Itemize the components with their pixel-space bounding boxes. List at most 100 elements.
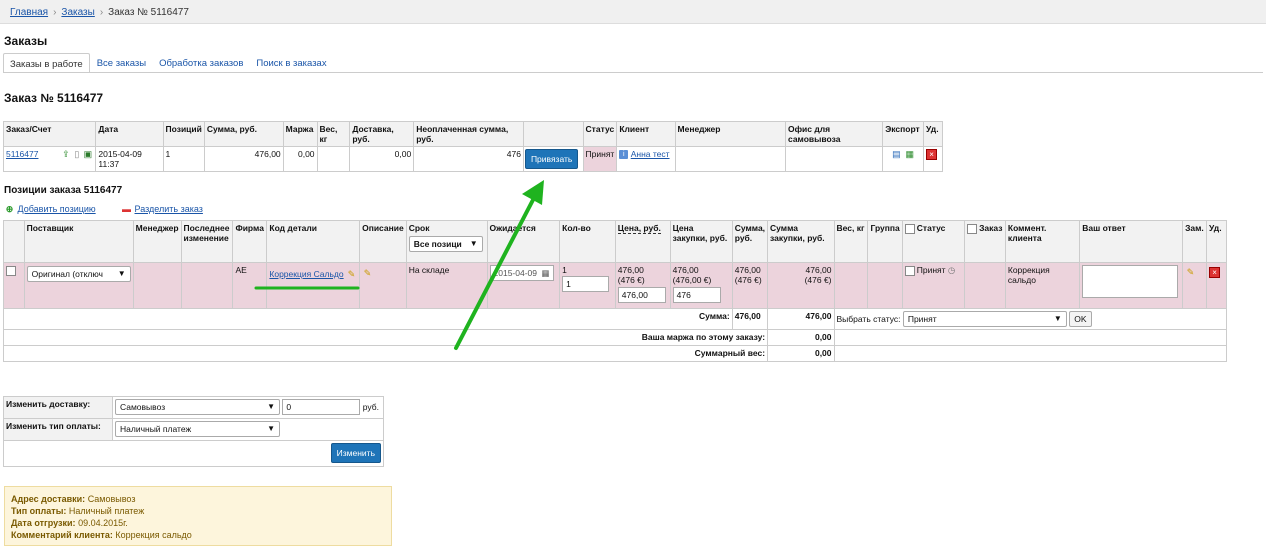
info-line: Дата отгрузки: 09.04.2015г.	[11, 518, 128, 528]
col-header: Статус	[582, 121, 618, 147]
breadcrumb-orders[interactable]: Заказы	[61, 7, 94, 18]
weight-row: Суммарный вес: 0,00	[2, 345, 1228, 362]
answer-textarea[interactable]	[1082, 265, 1179, 298]
choose-status-label: Выбрать статус:	[836, 314, 901, 324]
client-link[interactable]: Анна тест	[631, 149, 670, 159]
col-header: Уд.	[923, 121, 943, 147]
tab-processing[interactable]: Обработка заказов	[153, 53, 249, 73]
order-info-panel: Адрес доставки: Самовывоз Тип оплаты: На…	[4, 486, 392, 546]
col-header: Кол-во	[559, 220, 616, 263]
col-header: Позиций	[162, 121, 205, 147]
qty-input[interactable]: 1	[562, 276, 610, 292]
add-position-action[interactable]: ⊕ Добавить позицию	[4, 204, 96, 215]
order-delivery: 0,00	[349, 146, 415, 172]
info-icon[interactable]: i	[619, 150, 629, 160]
purchase-price-eur: (476,00 €)	[672, 275, 712, 285]
status-select[interactable]: Принят ▼	[902, 311, 1067, 327]
col-header: Вес, кг	[316, 121, 351, 147]
col-header: Сумма закупки, руб.	[767, 220, 835, 263]
tab-orders-in-work[interactable]: Заказы в работе	[3, 53, 90, 73]
order-sum: 476,00	[203, 146, 284, 172]
purchase-price-input[interactable]: 476	[672, 287, 721, 303]
col-header: Фирма	[232, 220, 268, 263]
col-header: Доставка, руб.	[349, 121, 415, 147]
col-header: Сумма, руб.	[203, 121, 284, 147]
purchase-price: 476,00	[672, 265, 699, 275]
export-xls-icon[interactable]: ▦	[904, 149, 915, 160]
export-csv-icon[interactable]: ▤	[891, 149, 902, 160]
tab-search[interactable]: Поиск в заказах	[250, 53, 332, 73]
positions-title: Позиции заказа 5116477	[4, 185, 123, 196]
col-header: Менеджер	[674, 121, 787, 147]
split-order-action[interactable]: ▬ Разделить заказ	[121, 204, 203, 215]
document-icon[interactable]: ▯	[71, 149, 82, 160]
chevron-right-icon: ›	[99, 7, 104, 18]
row-checkbox[interactable]	[6, 265, 16, 276]
delete-icon[interactable]: ×	[926, 149, 938, 161]
supplier-select[interactable]: Оригинал (отключ ▼	[26, 266, 131, 282]
expected-date-input[interactable]: 2015-04-09 ▦	[489, 265, 554, 281]
page-title: Заказы	[4, 34, 48, 48]
delivery-amount-input[interactable]: 0	[282, 399, 361, 415]
currency-label: руб.	[362, 402, 379, 412]
total-sum: 476,00	[731, 308, 769, 330]
col-header: Сумма, руб.	[731, 220, 769, 263]
tab-all-orders[interactable]: Все заказы	[91, 53, 152, 73]
breadcrumb: Главная › Заказы › Заказ № 5116477	[0, 0, 1266, 24]
part-code-link[interactable]: Коррекция Сальдо	[269, 269, 343, 279]
change-button[interactable]: Изменить	[330, 443, 381, 463]
plus-icon: ⊕	[5, 204, 14, 215]
total-row: Сумма: 476,00 476,00 Выбрать статус: При…	[3, 308, 1228, 330]
calendar-icon[interactable]: ▦	[541, 268, 549, 279]
weight-label: Суммарный вес:	[2, 345, 769, 362]
pencil-icon[interactable]: ✎	[346, 269, 357, 280]
col-header: Офис для самовывоза	[784, 121, 884, 147]
col-header: Описание	[359, 220, 407, 263]
order-status: Принят	[582, 146, 618, 172]
invoice-icon[interactable]: ⇪	[60, 149, 71, 160]
ok-button[interactable]: OK	[1069, 311, 1092, 327]
info-line: Адрес доставки: Самовывоз	[11, 494, 136, 504]
col-header: Последнее изменение	[180, 220, 234, 263]
term: На складе	[405, 262, 488, 309]
breadcrumb-home[interactable]: Главная	[10, 7, 48, 18]
margin-row: Ваша маржа по этому заказу: 0,00	[2, 329, 1228, 346]
table-row: 5116477 ⇪ ▯ ▣ 2015-04-09 11:37 1 476,00 0,…	[2, 146, 943, 172]
col-header: Ожидается	[486, 220, 561, 263]
clock-icon[interactable]: ◷	[948, 265, 955, 275]
status-checkbox[interactable]	[904, 265, 915, 276]
col-header: Поставщик	[23, 220, 134, 263]
order-all-checkbox[interactable]	[967, 223, 978, 234]
col-header: Цена закупки, руб.	[669, 220, 733, 263]
price: 476,00	[617, 265, 644, 275]
add-position-link[interactable]: Добавить позицию	[18, 204, 96, 214]
col-header: Заказ	[979, 223, 1003, 233]
col-header: Ваш ответ	[1079, 220, 1184, 263]
split-order-link[interactable]: Разделить заказ	[135, 204, 203, 214]
position-status: Принят	[916, 265, 946, 275]
bind-button[interactable]: Привязать	[524, 149, 579, 169]
delivery-label: Изменить доставку:	[3, 396, 113, 419]
price-input[interactable]: 476,00	[617, 287, 666, 303]
price-header[interactable]: Цена, руб.	[617, 223, 661, 234]
margin-value: 0,00	[767, 329, 835, 346]
payment-select[interactable]: Наличный платеж ▼	[115, 421, 280, 437]
order-manager	[674, 146, 787, 172]
delivery-select[interactable]: Самовывоз ▼	[115, 399, 280, 415]
info-line: Тип оплаты: Наличный платеж	[11, 506, 145, 516]
term-filter-select[interactable]: Все позици ▼	[408, 236, 483, 252]
pencil-icon[interactable]: ✎	[1185, 267, 1196, 278]
tab-bar: Заказы в работе Все заказы Обработка зак…	[3, 53, 334, 73]
status-all-checkbox[interactable]	[904, 223, 915, 234]
col-header: Коммент. клиента	[1004, 220, 1081, 263]
col-header: Статус	[916, 223, 946, 233]
delete-icon[interactable]: ×	[1209, 267, 1221, 279]
total-purchase-sum: 476,00	[767, 308, 835, 330]
order-weight	[316, 146, 351, 172]
col-header: Экспорт	[882, 121, 925, 147]
col-header: Заказ/Счет	[2, 121, 97, 147]
excel-icon[interactable]: ▣	[82, 149, 93, 160]
col-header: Маржа	[282, 121, 318, 147]
order-number-link[interactable]: 5116477	[6, 149, 38, 159]
pencil-icon[interactable]: ✎	[362, 268, 373, 279]
